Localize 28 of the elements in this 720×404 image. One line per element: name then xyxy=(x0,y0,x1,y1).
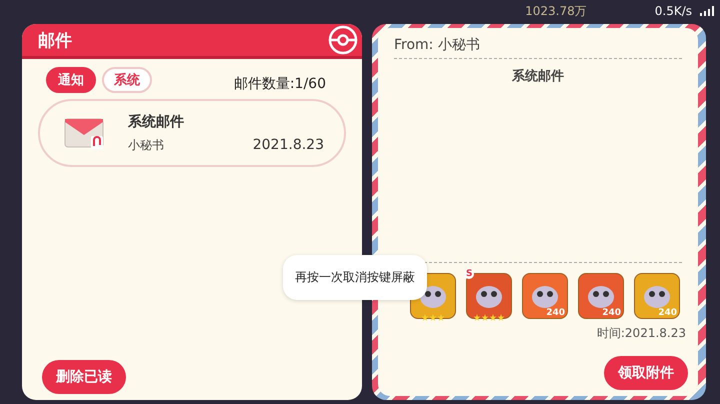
reward-item[interactable]: 240 xyxy=(522,273,568,319)
tab[interactable]: 通知 xyxy=(46,67,96,93)
mail-sender: 小秘书 xyxy=(128,136,164,154)
mail-time: 时间:2021.8.23 xyxy=(596,325,686,342)
network-speed: 0.5K/s xyxy=(654,4,692,18)
mail-count: 邮件数量:1/60 xyxy=(234,75,326,93)
mail-subject: 系统邮件 xyxy=(128,112,185,130)
item-quantity: 240 xyxy=(602,308,621,318)
delete-read-button[interactable]: 删除已读 xyxy=(42,360,126,394)
creature-icon xyxy=(642,283,672,309)
mail-item[interactable]: 系统邮件 小秘书 2021.8.23 xyxy=(38,99,346,167)
coin-balance: 1023.78万 xyxy=(525,2,587,20)
panel-title: 邮件 xyxy=(38,30,72,52)
creature-icon xyxy=(474,283,504,309)
mail-from: From: 小秘书 xyxy=(394,36,481,54)
mail-subject: 系统邮件 xyxy=(512,68,564,85)
hint-toast: 再按一次取消按键屏蔽 xyxy=(283,255,427,300)
item-quantity: 240 xyxy=(546,308,565,318)
rank-badge: S xyxy=(464,269,474,279)
tab[interactable]: 系统 xyxy=(102,67,152,93)
reward-item[interactable]: 240 xyxy=(578,273,624,319)
creature-icon xyxy=(586,283,616,309)
claim-attachment-button[interactable]: 领取附件 xyxy=(604,356,688,390)
creature-icon xyxy=(530,283,560,309)
item-quantity: 240 xyxy=(658,308,677,318)
signal-icon xyxy=(700,6,714,16)
close-icon[interactable] xyxy=(328,25,358,55)
mail-date: 2021.8.23 xyxy=(252,137,324,153)
